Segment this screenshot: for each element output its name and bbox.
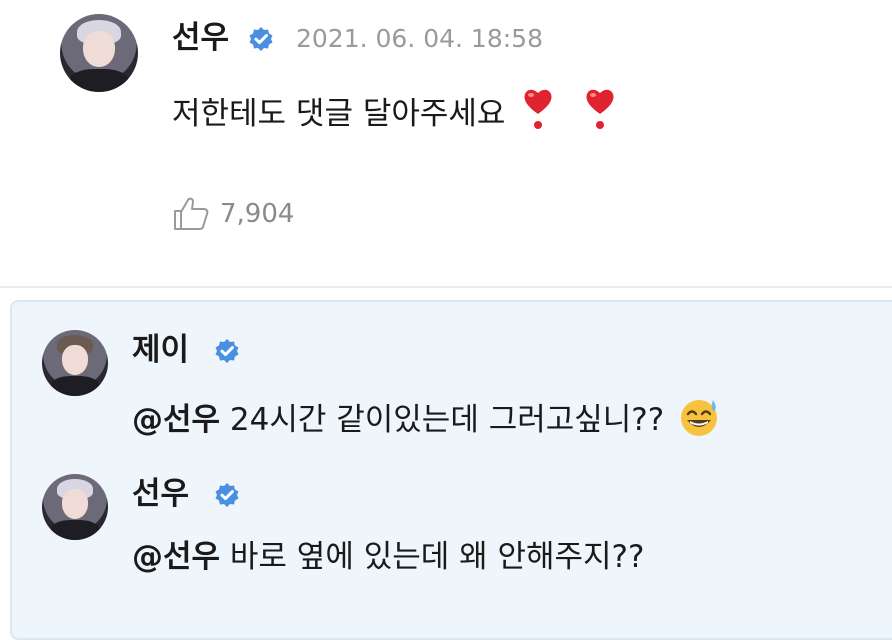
thumbs-up-icon — [174, 197, 209, 230]
verified-badge-icon — [215, 483, 239, 507]
comment-author[interactable]: 선우 — [172, 20, 229, 56]
avatar[interactable] — [60, 14, 138, 92]
verified-badge-icon — [215, 339, 239, 363]
reply-text-line: @선우 바로 옆에 있는데 왜 안해주지?? — [132, 538, 644, 576]
reply-author[interactable]: 선우 — [132, 476, 189, 512]
comment-text: 저한테도 댓글 달아주세요 — [172, 96, 506, 132]
heart-emoji-icon — [586, 89, 614, 129]
like-count: 7,904 — [220, 199, 295, 229]
divider — [0, 286, 892, 288]
reply-text: 바로 옆에 있는데 왜 안해주지?? — [229, 539, 645, 575]
avatar[interactable] — [42, 330, 108, 396]
comment-text-line: 저한테도 댓글 달아주세요 — [172, 86, 617, 133]
avatar[interactable] — [42, 474, 108, 540]
heart-emoji-icon — [524, 89, 552, 129]
reply-text: 24시간 같이있는데 그러고싶니?? — [229, 402, 665, 438]
comment-timestamp: 2021. 06. 04. 18:58 — [296, 24, 543, 53]
mention-link[interactable]: @선우 — [132, 402, 220, 438]
reply-text-line: @선우 24시간 같이있는데 그러고싶니?? — [132, 396, 720, 439]
sweat-smile-emoji-icon — [681, 400, 718, 436]
reply-author[interactable]: 제이 — [132, 332, 189, 368]
like-button[interactable]: 7,904 — [172, 196, 294, 232]
mention-link[interactable]: @선우 — [132, 539, 220, 575]
verified-badge-icon — [249, 27, 273, 51]
